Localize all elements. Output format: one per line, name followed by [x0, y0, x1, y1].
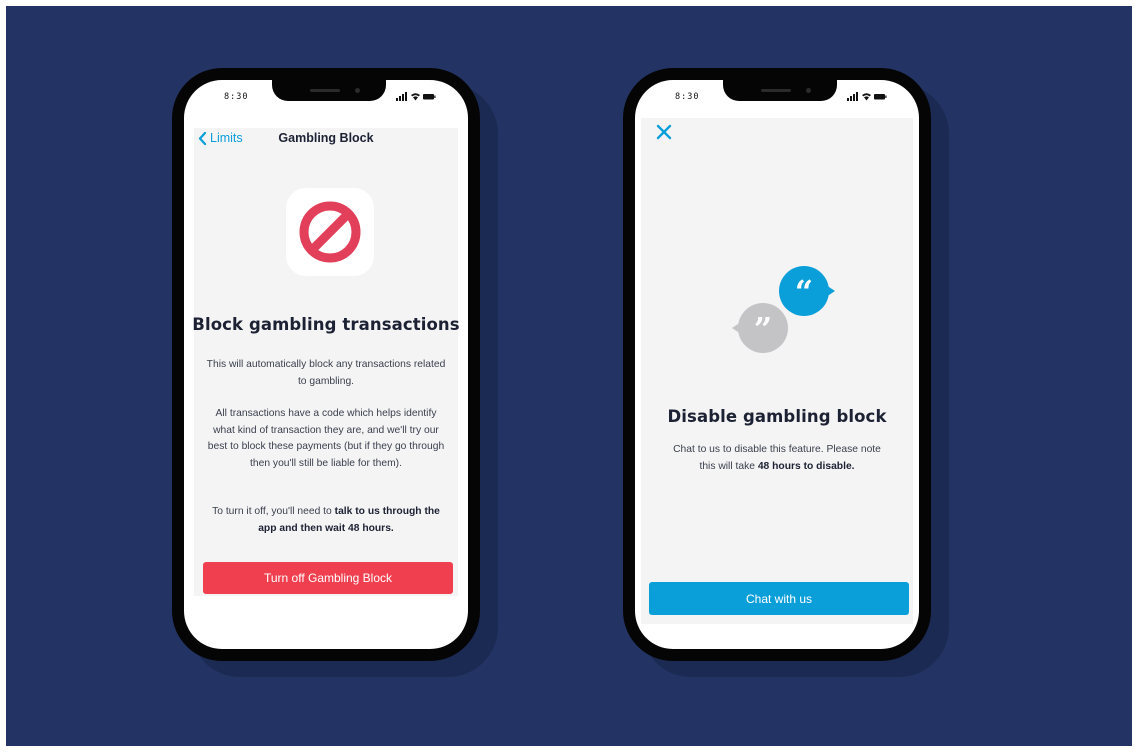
description-paragraph: This will automatically block any transa…	[206, 359, 446, 387]
instructions-text: To turn it off, you'll need to	[212, 506, 335, 517]
status-icons	[396, 92, 436, 101]
svg-text:”: ”	[754, 310, 772, 348]
disable-info-text: Chat to us to disable this feature. Plea…	[665, 442, 889, 475]
camera	[806, 88, 811, 93]
turn-off-instructions: To turn it off, you'll need to talk to u…	[206, 504, 446, 537]
app-icon-tile	[286, 188, 374, 276]
notch	[272, 80, 386, 101]
right-phone: 8:30 “ ” Disable gambling block Chat to …	[623, 68, 931, 661]
turn-off-gambling-block-button[interactable]: Turn off Gambling Block	[203, 562, 453, 594]
page-title: Gambling Block	[278, 131, 374, 145]
left-phone: 8:30 Limits Gambling Block Block gamblin…	[172, 68, 480, 661]
info-emphasis: 48 hours to disable.	[757, 460, 855, 472]
content-panel	[641, 118, 913, 624]
close-icon[interactable]	[655, 123, 673, 141]
phone-screen: 8:30 Limits Gambling Block Block gamblin…	[184, 80, 468, 649]
heading: Block gambling transactions	[192, 315, 460, 334]
status-time: 8:30	[675, 92, 700, 102]
svg-text:“: “	[795, 273, 813, 311]
chat-with-us-button[interactable]: Chat with us	[649, 582, 909, 615]
description-paragraph: All transactions have a code which helps…	[207, 408, 445, 469]
heading: Disable gambling block	[667, 407, 887, 426]
status-time: 8:30	[224, 92, 249, 102]
chat-bubbles-icon: “ ”	[732, 266, 835, 353]
camera	[355, 88, 360, 93]
speaker	[761, 89, 791, 92]
no-entry-icon	[299, 201, 361, 263]
phone-screen: 8:30 “ ” Disable gambling block Chat to …	[635, 80, 919, 649]
status-icons	[847, 92, 887, 101]
notch	[723, 80, 837, 101]
speaker	[310, 89, 340, 92]
